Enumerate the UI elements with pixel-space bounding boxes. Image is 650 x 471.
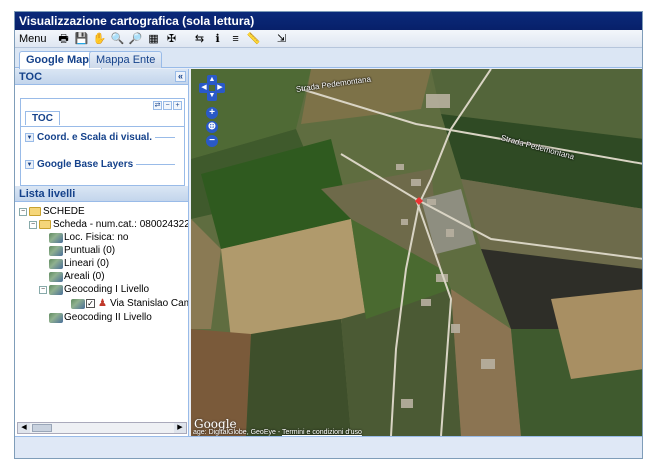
pan-control: ▲ ◀ ▶ ▼ — [199, 75, 225, 101]
fieldset-google-base-layers[interactable]: ▼ Google Base Layers — [25, 158, 175, 170]
navigate-icon[interactable]: ⇆ — [193, 32, 207, 46]
pan-hand-icon[interactable]: ✋ — [93, 32, 107, 46]
attribution-text: age: DigitalGlobe, GeoEye — [193, 429, 276, 436]
scroll-right-icon[interactable]: ▶ — [174, 423, 186, 433]
collapse-icon[interactable]: − — [39, 285, 47, 294]
map-tabs: Google Maps Mappa Ente — [15, 48, 642, 69]
zoom-in-button[interactable]: + — [206, 107, 218, 119]
layer-tree: − SCHEDE − Scheda - num.cat.: 0800243221… — [15, 203, 188, 420]
zoom-out-button[interactable]: − — [206, 135, 218, 147]
fieldset-label: Google Base Layers — [37, 158, 134, 170]
main-content: TOC « ⇄ − + TOC ▼ Coord. e Scala di visu… — [15, 69, 642, 436]
layer-icon — [49, 258, 63, 269]
status-bar — [15, 436, 642, 458]
divider — [155, 136, 175, 138]
horizontal-scrollbar[interactable]: ◀ ▶ — [17, 422, 187, 434]
toc-panel-title: TOC — [19, 71, 43, 83]
layer-icon — [49, 245, 63, 256]
left-panel: TOC « ⇄ − + TOC ▼ Coord. e Scala di visu… — [15, 69, 189, 436]
tree-node-puntuali[interactable]: Puntuali (0) — [49, 244, 115, 257]
menu-button[interactable]: Menu — [19, 33, 47, 45]
layer-icon — [49, 284, 63, 295]
tree-node-label: Scheda - num.cat.: 0800243221 — [53, 219, 188, 230]
tree-node-schede[interactable]: − SCHEDE — [19, 205, 85, 218]
toc-tools: ⇄ − + — [153, 101, 182, 110]
tree-node-areali[interactable]: Areali (0) — [49, 270, 105, 283]
tree-node-geocoding-2[interactable]: Geocoding II Livello — [49, 311, 152, 324]
full-extent-icon[interactable]: ✠ — [165, 32, 179, 46]
tree-node-label: Lineari (0) — [64, 258, 110, 269]
divider — [136, 163, 175, 165]
layer-icon — [49, 312, 63, 323]
save-icon[interactable]: 💾 — [75, 32, 89, 46]
tree-node-scheda[interactable]: − Scheda - num.cat.: 0800243221 — [29, 218, 188, 231]
toc-panel-header: TOC « — [15, 69, 188, 85]
collapse-icon[interactable]: − — [19, 207, 27, 216]
fieldset-label: Coord. e Scala di visual. — [37, 131, 153, 143]
tree-node-label: Puntuali (0) — [64, 245, 116, 256]
app-window: Visualizzazione cartografica (sola lettu… — [14, 11, 643, 459]
tree-node-via-stanislao[interactable]: ✓ ♟ Via Stanislao Campana — [71, 297, 188, 310]
layer-icon — [71, 298, 85, 309]
folder-icon — [29, 207, 41, 216]
map-attribution: age: DigitalGlobe, GeoEye - Termini e co… — [193, 429, 362, 436]
tree-node-label: Areali (0) — [64, 271, 105, 282]
toc-inner-panel: ⇄ − + TOC ▼ Coord. e Scala di visual. ▼ … — [20, 98, 185, 186]
tree-node-loc-fisica[interactable]: Loc. Fisica: no — [49, 231, 128, 244]
info-icon[interactable]: ℹ — [211, 32, 225, 46]
layer-visibility-checkbox[interactable]: ✓ — [86, 299, 95, 308]
layers-panel-header: Lista livelli — [15, 186, 188, 202]
globe-icon[interactable]: ⊕ — [206, 121, 218, 133]
tree-node-label: SCHEDE — [43, 206, 85, 217]
window-title: Visualizzazione cartografica (sola lettu… — [15, 12, 642, 30]
print-icon[interactable]: 🖶 — [57, 32, 71, 46]
tree-node-label: Via Stanislao Campana — [109, 298, 188, 309]
chevron-down-icon: ▼ — [25, 132, 34, 142]
layer-icon — [49, 271, 63, 282]
folder-icon — [39, 220, 51, 229]
toc-tab-divider — [21, 126, 184, 127]
chevron-down-icon: ▼ — [25, 159, 34, 169]
satellite-imagery — [191, 69, 642, 436]
pan-down-icon[interactable]: ▼ — [207, 91, 217, 101]
zoom-box-icon[interactable]: ▦ — [147, 32, 161, 46]
zoom-in-icon[interactable]: 🔍 — [111, 32, 125, 46]
expand-all-icon[interactable]: + — [173, 101, 182, 110]
collapse-panel-button[interactable]: « — [175, 71, 186, 82]
layer-icon — [49, 232, 63, 243]
tab-mappa-ente[interactable]: Mappa Ente — [89, 51, 163, 68]
tree-node-lineari[interactable]: Lineari (0) — [49, 257, 109, 270]
satellite-map[interactable]: Strada Pedemontana Strada Pedemontana ▲ … — [191, 69, 642, 436]
toolbar: Menu 🖶 💾 ✋ 🔍 🔎 ▦ ✠ ⇆ ℹ ≡ 📏 ⇲ — [15, 30, 642, 48]
refresh-icon[interactable]: ⇄ — [153, 101, 162, 110]
toc-inner-tab[interactable]: TOC — [25, 111, 60, 125]
tree-node-label: Loc. Fisica: no — [64, 232, 129, 243]
person-icon: ♟ — [98, 298, 107, 309]
scroll-thumb[interactable] — [32, 424, 52, 432]
export-icon[interactable]: ⇲ — [275, 32, 289, 46]
measure-icon[interactable]: 📏 — [247, 32, 261, 46]
zoom-out-icon[interactable]: 🔎 — [129, 32, 143, 46]
scroll-left-icon[interactable]: ◀ — [18, 423, 30, 433]
terms-link[interactable]: Termini e condizioni d'uso — [282, 429, 362, 436]
tree-node-geocoding-1[interactable]: − Geocoding I Livello — [39, 283, 149, 296]
tree-node-label: Geocoding I Livello — [64, 284, 150, 295]
collapse-all-icon[interactable]: − — [163, 101, 172, 110]
collapse-icon[interactable]: − — [29, 220, 37, 229]
toc-area: ⇄ − + TOC ▼ Coord. e Scala di visual. ▼ … — [15, 86, 188, 186]
tree-node-label: Geocoding II Livello — [64, 312, 152, 323]
legend-icon[interactable]: ≡ — [229, 32, 243, 46]
fieldset-coord-scala[interactable]: ▼ Coord. e Scala di visual. — [25, 131, 175, 143]
